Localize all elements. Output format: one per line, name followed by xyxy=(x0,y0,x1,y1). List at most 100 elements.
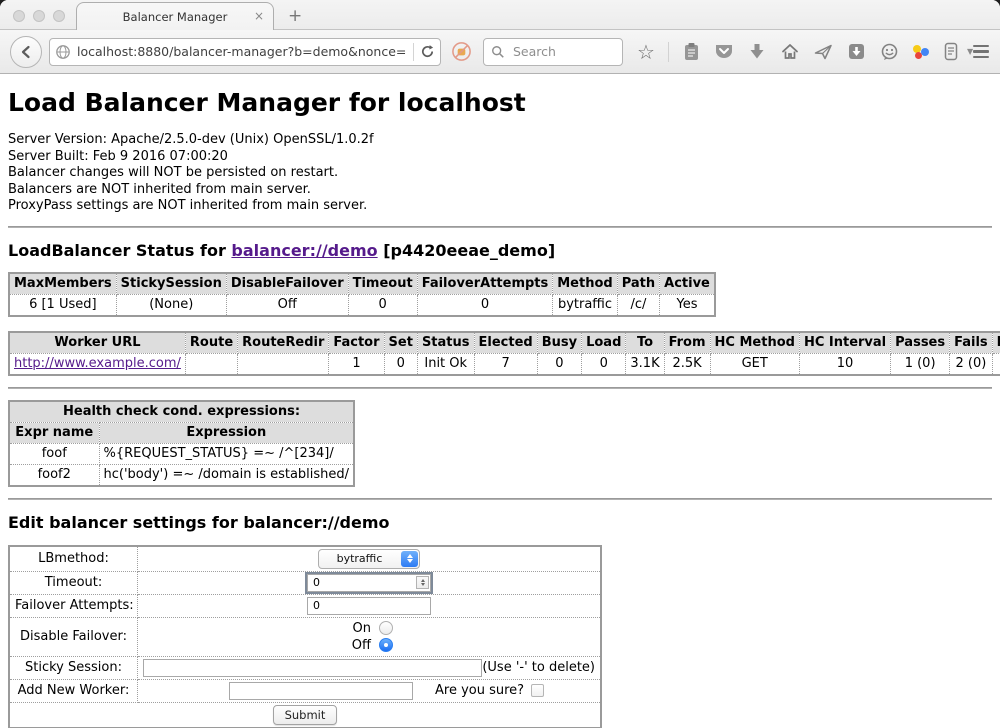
failover-attempts-row: Failover Attempts: xyxy=(9,594,601,617)
col-worker-url: Worker URL xyxy=(9,332,185,354)
col-hc-uri: HC uri xyxy=(992,332,1000,354)
sticky-session-input[interactable] xyxy=(143,659,482,677)
server-version-line: Server Version: Apache/2.5.0-dev (Unix) … xyxy=(8,132,992,149)
page-content: Load Balancer Manager for localhost Serv… xyxy=(0,74,1000,728)
number-spinner-icon[interactable] xyxy=(416,576,429,589)
reload-icon[interactable] xyxy=(420,44,435,59)
page-title: Load Balancer Manager for localhost xyxy=(8,88,992,117)
clipboard-icon[interactable] xyxy=(680,41,702,63)
menu-hamburger-icon[interactable] xyxy=(973,45,989,58)
back-button[interactable] xyxy=(10,36,42,68)
url-text[interactable]: localhost:8880/balancer-manager?b=demo&n… xyxy=(77,44,407,59)
colored-dots-extension-icon[interactable] xyxy=(911,43,929,61)
server-built-line: Server Built: Feb 9 2016 07:00:20 xyxy=(8,149,992,166)
tab-close-icon[interactable]: × xyxy=(254,9,264,23)
urlbar-divider xyxy=(413,43,414,61)
send-plane-icon[interactable] xyxy=(812,41,834,63)
disable-failover-off-radio[interactable] xyxy=(379,638,393,652)
navigation-toolbar: localhost:8880/balancer-manager?b=demo&n… xyxy=(0,30,1000,74)
col-fails: Fails xyxy=(950,332,993,354)
col-load: Load xyxy=(582,332,626,354)
tab-bar: Balancer Manager × + xyxy=(0,0,1000,30)
col-stickysession: StickySession xyxy=(116,273,226,295)
server-info: Server Version: Apache/2.5.0-dev (Unix) … xyxy=(8,132,992,215)
section-divider xyxy=(8,387,992,389)
bookmark-star-icon[interactable]: ☆ xyxy=(635,41,657,63)
globe-icon xyxy=(55,44,71,60)
col-elected: Elected xyxy=(474,332,537,354)
radio-on-label: On xyxy=(345,620,371,637)
col-expr-name: Expr name xyxy=(9,422,99,443)
persist-notice-line: Balancer changes will NOT be persisted o… xyxy=(8,165,992,182)
radio-off-label: Off xyxy=(345,637,371,654)
col-set: Set xyxy=(384,332,417,354)
download-square-icon[interactable] xyxy=(845,41,867,63)
sticky-session-hint: (Use '-' to delete) xyxy=(482,660,595,675)
proxypass-notice-line: ProxyPass settings are NOT inherited fro… xyxy=(8,198,992,215)
col-busy: Busy xyxy=(537,332,581,354)
failover-input-wrap xyxy=(307,597,431,615)
health-check-table: Health check cond. expressions: Expr nam… xyxy=(8,400,355,487)
col-factor: Factor xyxy=(329,332,384,354)
confirm-label: Are you sure? xyxy=(435,683,524,698)
chat-smiley-icon[interactable] xyxy=(878,41,900,63)
zoom-window-button[interactable] xyxy=(53,10,65,22)
table-header-row: Expr name Expression xyxy=(9,422,354,443)
lbmethod-row: LBmethod: bytraffic xyxy=(9,546,601,572)
failover-attempts-input[interactable] xyxy=(311,598,429,613)
submit-button[interactable]: Submit xyxy=(273,705,338,725)
url-bar[interactable]: localhost:8880/balancer-manager?b=demo&n… xyxy=(49,38,441,66)
worker-url-link[interactable]: http://www.example.com/ xyxy=(14,356,181,371)
toolbar-divider xyxy=(668,42,669,62)
col-method: Method xyxy=(553,273,617,295)
downloads-icon[interactable] xyxy=(746,41,768,63)
table-row: http://www.example.com/ 1 0 Init Ok 7 0 … xyxy=(9,353,1000,375)
timeout-input[interactable] xyxy=(311,575,416,590)
close-window-button[interactable] xyxy=(13,10,25,22)
lbmethod-label: LBmethod: xyxy=(9,546,138,572)
add-worker-row: Add New Worker: Are you sure? xyxy=(9,679,601,702)
disable-failover-row: Disable Failover: On Off xyxy=(9,617,601,656)
balancer-demo-link[interactable]: balancer://demo xyxy=(231,241,377,260)
lbmethod-select[interactable]: bytraffic xyxy=(318,549,420,569)
pocket-icon[interactable] xyxy=(713,41,735,63)
table-header-row: Worker URL Route RouteRedir Factor Set S… xyxy=(9,332,1000,354)
search-input[interactable] xyxy=(511,43,615,60)
disable-failover-label: Disable Failover: xyxy=(9,617,138,656)
timeout-label: Timeout: xyxy=(9,571,138,594)
new-tab-button[interactable]: + xyxy=(288,6,302,26)
col-status: Status xyxy=(417,332,474,354)
timeout-input-wrap xyxy=(307,574,431,592)
select-stepper-icon xyxy=(401,551,418,567)
status-heading-prefix: LoadBalancer Status for xyxy=(8,241,231,260)
col-to: To xyxy=(626,332,664,354)
content-blocked-icon[interactable] xyxy=(451,41,472,62)
add-worker-input[interactable] xyxy=(229,682,413,700)
table-row: foof %{REQUEST_STATUS} =~ /^[234]/ xyxy=(9,443,354,464)
timeout-row: Timeout: xyxy=(9,571,601,594)
col-expression: Expression xyxy=(99,422,354,443)
submit-row: Submit xyxy=(9,702,601,728)
col-maxmembers: MaxMembers xyxy=(9,273,116,295)
search-bar[interactable] xyxy=(483,38,623,66)
col-path: Path xyxy=(617,273,659,295)
home-icon[interactable] xyxy=(779,41,801,63)
tab-balancer-manager[interactable]: Balancer Manager × xyxy=(76,2,274,30)
sticky-session-row: Sticky Session: (Use '-' to delete) xyxy=(9,656,601,679)
confirm-checkbox[interactable] xyxy=(531,684,544,697)
disable-failover-on-radio[interactable] xyxy=(379,621,393,635)
col-from: From xyxy=(664,332,710,354)
reader-list-icon[interactable] xyxy=(940,41,962,63)
col-route: Route xyxy=(185,332,237,354)
health-table-title: Health check cond. expressions: xyxy=(9,401,354,423)
col-failoverattempts: FailoverAttempts xyxy=(417,273,553,295)
window-controls xyxy=(13,10,65,22)
worker-status-table: Worker URL Route RouteRedir Factor Set S… xyxy=(8,331,1000,376)
balancer-status-table: MaxMembers StickySession DisableFailover… xyxy=(8,272,716,317)
add-worker-label: Add New Worker: xyxy=(9,679,138,702)
col-routeredir: RouteRedir xyxy=(238,332,329,354)
section-divider xyxy=(8,498,992,500)
table-title-row: Health check cond. expressions: xyxy=(9,401,354,423)
minimize-window-button[interactable] xyxy=(33,10,45,22)
col-hc-interval: HC Interval xyxy=(799,332,890,354)
